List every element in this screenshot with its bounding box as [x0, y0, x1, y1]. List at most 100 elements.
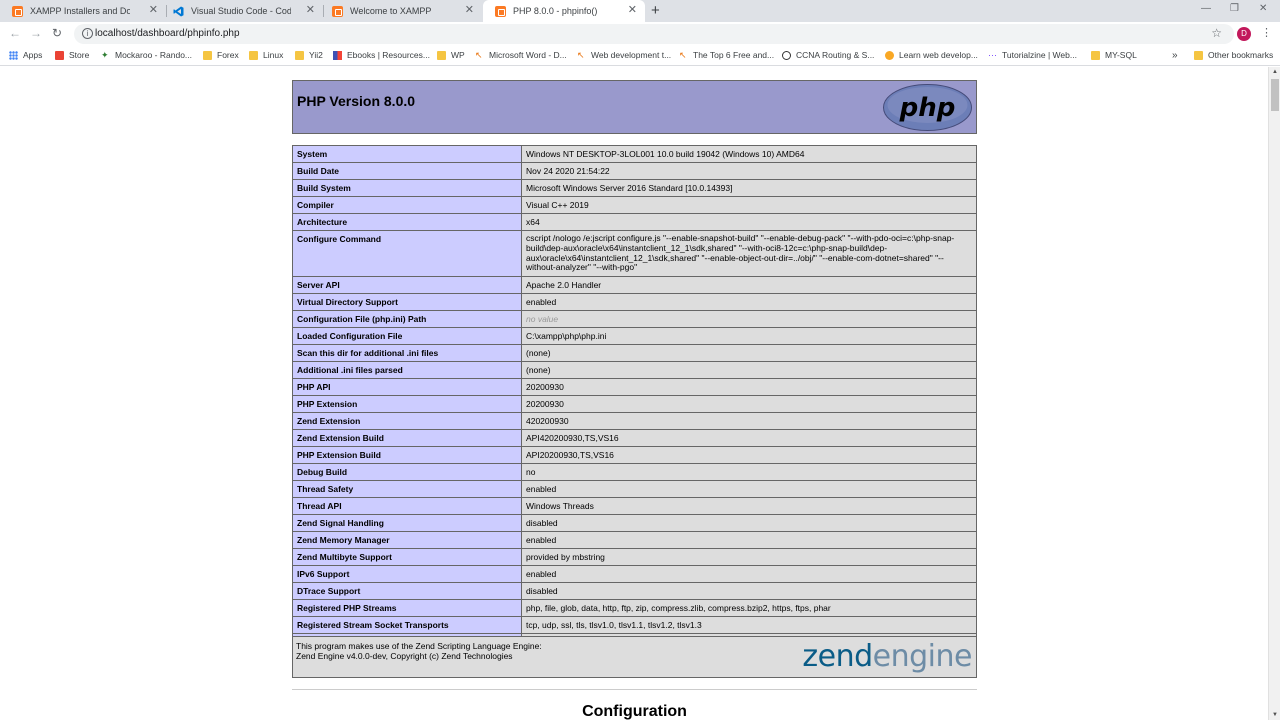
- page-icon: ↖: [679, 49, 687, 60]
- row-value: 420200930: [521, 412, 977, 431]
- row-value: enabled: [521, 293, 977, 312]
- xampp-icon: [12, 5, 23, 17]
- close-icon[interactable]: ✕: [628, 5, 637, 16]
- row-key: Additional .ini files parsed: [292, 361, 522, 380]
- tab-vscode[interactable]: Visual Studio Code - Code Editing ✕: [161, 0, 323, 22]
- row-key: Architecture: [292, 213, 522, 231]
- row-key: Zend Signal Handling: [292, 514, 522, 533]
- table-row: Registered Stream Socket Transports tcp, …: [292, 616, 977, 635]
- close-window-button[interactable]: ✕: [1259, 3, 1267, 14]
- row-key: PHP API: [292, 378, 522, 397]
- scroll-up-icon[interactable]: ▲: [1272, 69, 1278, 75]
- apps-icon: [9, 50, 18, 60]
- star-icon[interactable]: ☆: [1211, 26, 1222, 40]
- row-value: cscript /nologo /e:jscript configure.js …: [521, 229, 977, 278]
- table-row: Virtual Directory Support enabled: [292, 293, 977, 312]
- bookmark-ebooks[interactable]: Ebooks | Resources...: [333, 50, 430, 60]
- table-row: Scan this dir for additional .ini files(…: [292, 344, 977, 363]
- bookmark-mdn[interactable]: Learn web develop...: [885, 50, 978, 60]
- table-row: Zend Extension Build API420200930,TS,VS16: [292, 429, 977, 448]
- bookmark-other[interactable]: Other bookmarks: [1194, 50, 1273, 60]
- close-icon[interactable]: ✕: [465, 5, 474, 16]
- info-icon[interactable]: i: [82, 28, 93, 39]
- row-key: Virtual Directory Support: [292, 293, 522, 312]
- bookmark-tutorialzine[interactable]: ⋯ Tutorialzine | Web...: [988, 50, 1077, 60]
- table-row: Build Date Nov 24 2020 21:54:22: [292, 162, 977, 180]
- folder-icon: [1194, 50, 1203, 60]
- row-value: provided by mbstring: [521, 548, 977, 567]
- row-value: no value: [521, 310, 977, 329]
- avatar[interactable]: D: [1237, 27, 1251, 41]
- row-key: Registered Stream Socket Transports: [292, 616, 522, 635]
- zend-engine-logo: zendengine: [802, 639, 972, 674]
- tab-strip: XAMPP Installers and Downloads ✕ Visual …: [0, 0, 1280, 22]
- bookmark-label: Yii2: [309, 50, 323, 60]
- tab-title: Welcome to XAMPP: [350, 6, 432, 16]
- zend-line-2: Zend Engine v4.0.0-dev, Copyright (c) Ze…: [296, 651, 513, 661]
- close-icon[interactable]: ✕: [149, 5, 158, 16]
- bookmark-linux[interactable]: Linux: [249, 50, 283, 60]
- bookmark-label: Mockaroo - Rando...: [115, 50, 193, 60]
- url-text[interactable]: localhost/dashboard/phpinfo.php: [95, 28, 240, 39]
- forward-arrow-icon[interactable]: →: [30, 26, 42, 40]
- row-key: Zend Memory Manager: [292, 531, 522, 550]
- scrollbar[interactable]: ▲ ▼: [1268, 67, 1280, 720]
- more-bookmarks-icon[interactable]: »: [1172, 50, 1178, 61]
- bookmark-label: CCNA Routing & S...: [796, 50, 875, 60]
- row-key: PHP Extension: [292, 395, 522, 414]
- bookmark-label: Linux: [263, 50, 284, 60]
- tab-xampp-downloads[interactable]: XAMPP Installers and Downloads ✕: [0, 0, 166, 22]
- row-value: Microsoft Windows Server 2016 Standard […: [521, 179, 977, 197]
- bookmark-label: Store: [69, 50, 90, 60]
- minimize-button[interactable]: —: [1201, 3, 1211, 14]
- close-icon[interactable]: ✕: [306, 5, 315, 16]
- globe-icon: [782, 50, 791, 60]
- bookmark-top6[interactable]: ↖ The Top 6 Free and...: [679, 50, 774, 60]
- tab-title: XAMPP Installers and Downloads: [30, 6, 130, 16]
- table-row: Zend Memory Manager enabled: [292, 531, 977, 550]
- table-row: Thread API Windows Threads: [292, 497, 977, 516]
- page-title: PHP Version 8.0.0: [297, 93, 416, 109]
- row-key: Zend Extension Build: [292, 429, 522, 448]
- row-value: API420200930,TS,VS16: [521, 429, 977, 448]
- bookmark-forex[interactable]: Forex: [203, 50, 239, 60]
- row-value: Windows Threads: [521, 497, 977, 516]
- address-bar[interactable]: i localhost/dashboard/phpinfo.php ☆: [74, 24, 1234, 44]
- tab-phpinfo[interactable]: PHP 8.0.0 - phpinfo() ✕: [483, 0, 645, 22]
- bookmark-store[interactable]: Store: [55, 50, 89, 60]
- scrollbar-thumb[interactable]: [1271, 79, 1279, 111]
- engine-logo-word: engine: [872, 639, 973, 674]
- reload-icon[interactable]: ↻: [52, 26, 62, 40]
- row-key: Server API: [292, 276, 522, 295]
- row-value: (none): [521, 361, 977, 380]
- bookmark-wp[interactable]: WP: [437, 50, 465, 60]
- bookmark-msword[interactable]: ↖ Microsoft Word - D...: [475, 50, 567, 60]
- bookmark-webdev[interactable]: ↖ Web development t...: [577, 50, 671, 60]
- scroll-down-icon[interactable]: ▼: [1272, 712, 1278, 718]
- row-key: PHP Extension Build: [292, 446, 522, 465]
- bookmark-ccna[interactable]: CCNA Routing & S...: [782, 50, 874, 60]
- back-arrow-icon[interactable]: ←: [9, 26, 21, 40]
- row-value: (none): [521, 344, 977, 363]
- bookmark-label: Microsoft Word - D...: [489, 50, 567, 60]
- row-key: Thread API: [292, 497, 522, 516]
- folder-icon: [437, 50, 446, 60]
- tab-welcome-xampp[interactable]: Welcome to XAMPP ✕: [320, 0, 482, 22]
- bookmark-mockaroo[interactable]: ✦ Mockaroo - Rando...: [101, 50, 192, 60]
- row-key: Compiler: [292, 196, 522, 214]
- row-value: disabled: [521, 514, 977, 533]
- row-value: Apache 2.0 Handler: [521, 276, 977, 295]
- row-value: no: [521, 463, 977, 482]
- restore-button[interactable]: ❐: [1230, 3, 1239, 14]
- bookmark-apps[interactable]: Apps: [9, 50, 42, 60]
- bookmark-mysql[interactable]: MY-SQL: [1091, 50, 1137, 60]
- row-key: Scan this dir for additional .ini files: [292, 344, 522, 363]
- new-tab-button[interactable]: +: [651, 2, 660, 19]
- table-row: Configure Command cscript /nologo /e:jscr…: [292, 229, 977, 278]
- row-key: Thread Safety: [292, 480, 522, 499]
- bookmark-yii2[interactable]: Yii2: [295, 50, 323, 60]
- row-key: Configuration File (php.ini) Path: [292, 310, 522, 329]
- bookmark-label: Apps: [23, 50, 43, 60]
- bookmark-label: Ebooks | Resources...: [347, 50, 430, 60]
- menu-dots-icon[interactable]: ⋮: [1261, 26, 1272, 39]
